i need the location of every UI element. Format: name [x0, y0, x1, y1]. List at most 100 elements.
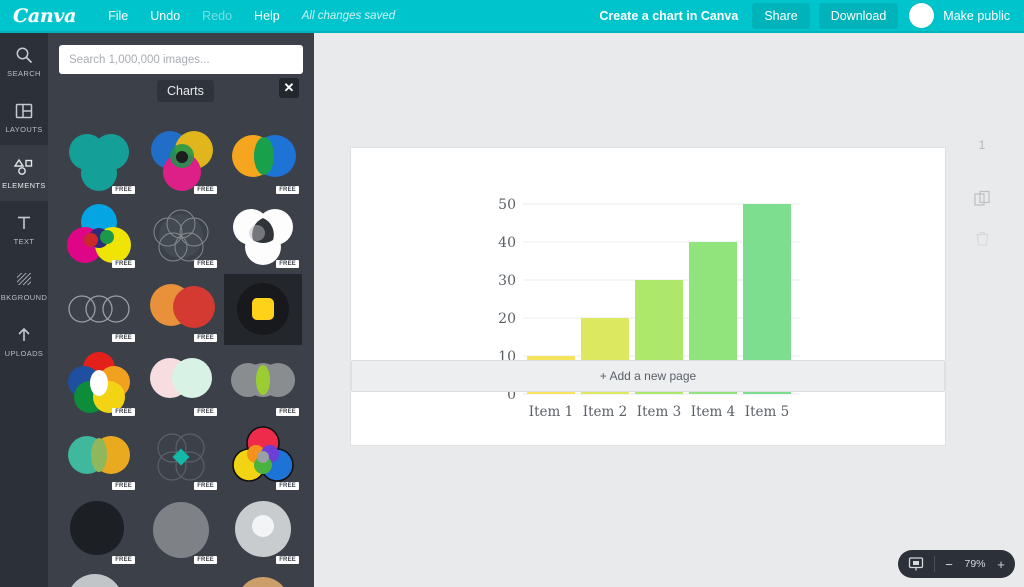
left-rail: SEARCH LAYOUTS ELEMENTS TEXT BKGROUND UP… [0, 33, 48, 587]
ytick-40: 40 [498, 235, 516, 251]
menu-file[interactable]: File [98, 5, 138, 27]
bar-chart[interactable]: 50 40 30 20 10 0 Item 1 Item 2 Item 3 It… [351, 148, 945, 445]
xtick-item-4: Item 4 [691, 404, 735, 420]
free-badge: FREE [194, 186, 217, 194]
list-item[interactable]: FREE [60, 496, 138, 567]
panel-tag-row: Charts ✕ [48, 78, 314, 102]
free-badge: FREE [194, 260, 217, 268]
zoom-bar: − 79% + [898, 550, 1015, 578]
make-public-toggle[interactable]: Make public [909, 3, 1016, 28]
menu-undo[interactable]: Undo [140, 5, 190, 27]
search-input[interactable] [59, 45, 303, 74]
page-number: 1 [978, 138, 986, 152]
share-button[interactable]: Share [752, 2, 810, 29]
free-badge: FREE [112, 186, 135, 194]
list-item[interactable]: FREE [224, 348, 302, 419]
save-status: All changes saved [301, 9, 396, 22]
design-page[interactable]: 50 40 30 20 10 0 Item 1 Item 2 Item 3 It… [351, 148, 945, 445]
free-badge: FREE [276, 556, 299, 564]
free-badge: FREE [276, 186, 299, 194]
list-item[interactable]: FREE [142, 570, 220, 587]
make-public-label: Make public [943, 8, 1010, 23]
ytick-30: 30 [498, 273, 516, 289]
free-badge: FREE [276, 482, 299, 490]
workspace: 50 40 30 20 10 0 Item 1 Item 2 Item 3 It… [314, 33, 1024, 587]
free-badge: FREE [112, 482, 135, 490]
list-item[interactable]: FREE [224, 496, 302, 567]
top-bar: Canva File Undo Redo Help All changes sa… [0, 0, 1024, 33]
background-icon [15, 268, 33, 290]
rail-label-elements: ELEMENTS [2, 181, 46, 190]
present-icon[interactable] [902, 550, 930, 578]
top-bar-actions: Create a chart in Canva Share Download M… [599, 0, 1024, 31]
menu-redo[interactable]: Redo [192, 5, 242, 27]
rail-item-layouts[interactable]: LAYOUTS [0, 89, 48, 145]
duplicate-page-icon[interactable] [973, 190, 991, 212]
thumbnail-grid: FREE FREE FREE FREE FREE FREE FREE FREE … [48, 126, 314, 587]
list-item[interactable]: FREE [142, 422, 220, 493]
list-item[interactable] [224, 274, 302, 345]
ytick-20: 20 [498, 311, 516, 327]
page-tools: 1 [962, 138, 1002, 269]
uploads-icon [15, 324, 33, 346]
rail-label-background: BKGROUND [0, 293, 48, 302]
zoom-bar-divider [934, 556, 935, 572]
rail-label-text: TEXT [13, 237, 35, 246]
close-icon[interactable]: ✕ [279, 78, 299, 98]
elements-panel: Charts ✕ FREE FREE FREE FREE [48, 33, 314, 587]
xtick-item-5: Item 5 [745, 404, 789, 420]
list-item[interactable]: FREE [142, 126, 220, 197]
list-item[interactable]: FREE [60, 274, 138, 345]
rail-label-search: SEARCH [7, 69, 41, 78]
free-badge: FREE [276, 408, 299, 416]
free-badge: FREE [194, 334, 217, 342]
list-item[interactable]: FREE [60, 126, 138, 197]
search-icon [15, 44, 33, 66]
xtick-item-2: Item 2 [583, 404, 627, 420]
list-item[interactable]: FREE [142, 496, 220, 567]
delete-page-icon[interactable] [975, 230, 990, 251]
ytick-50: 50 [498, 197, 516, 213]
rail-item-search[interactable]: SEARCH [0, 33, 48, 89]
zoom-in-button[interactable]: + [991, 550, 1011, 578]
free-badge: FREE [112, 556, 135, 564]
list-item[interactable]: FREE [60, 348, 138, 419]
elements-icon [14, 156, 34, 178]
xtick-item-1: Item 1 [529, 404, 573, 420]
rail-item-uploads[interactable]: UPLOADS [0, 313, 48, 369]
free-badge: FREE [194, 408, 217, 416]
free-badge: FREE [112, 260, 135, 268]
rail-label-layouts: LAYOUTS [5, 125, 43, 134]
list-item[interactable]: FREE [142, 274, 220, 345]
text-icon [15, 212, 33, 234]
promo-text: Create a chart in Canva [599, 8, 739, 23]
list-item[interactable]: FREE [224, 422, 302, 493]
free-badge: FREE [194, 482, 217, 490]
list-item[interactable]: FREE [224, 126, 302, 197]
list-item[interactable]: FREE [60, 422, 138, 493]
free-badge: FREE [112, 408, 135, 416]
list-item[interactable]: FREE [142, 200, 220, 271]
canva-logo[interactable]: Canva [13, 5, 76, 27]
list-item[interactable]: FREE [60, 570, 138, 587]
list-item[interactable]: FREE [224, 570, 302, 587]
layouts-icon [15, 100, 33, 122]
list-item[interactable]: FREE [224, 200, 302, 271]
free-badge: FREE [276, 260, 299, 268]
toggle-knob-icon [909, 3, 935, 28]
add-new-page-button[interactable]: + Add a new page [351, 360, 945, 392]
download-button[interactable]: Download [818, 2, 899, 29]
panel-search-row [48, 33, 314, 74]
zoom-out-button[interactable]: − [939, 550, 959, 578]
active-tag-charts[interactable]: Charts [157, 80, 214, 102]
rail-item-elements[interactable]: ELEMENTS [0, 145, 48, 201]
list-item[interactable]: FREE [142, 348, 220, 419]
zoom-level[interactable]: 79% [959, 558, 991, 570]
rail-label-uploads: UPLOADS [4, 349, 44, 358]
menu-help[interactable]: Help [244, 5, 290, 27]
rail-item-background[interactable]: BKGROUND [0, 257, 48, 313]
canva-editor: Canva File Undo Redo Help All changes sa… [0, 0, 1024, 587]
rail-item-text[interactable]: TEXT [0, 201, 48, 257]
xtick-item-3: Item 3 [637, 404, 681, 420]
list-item[interactable]: FREE [60, 200, 138, 271]
